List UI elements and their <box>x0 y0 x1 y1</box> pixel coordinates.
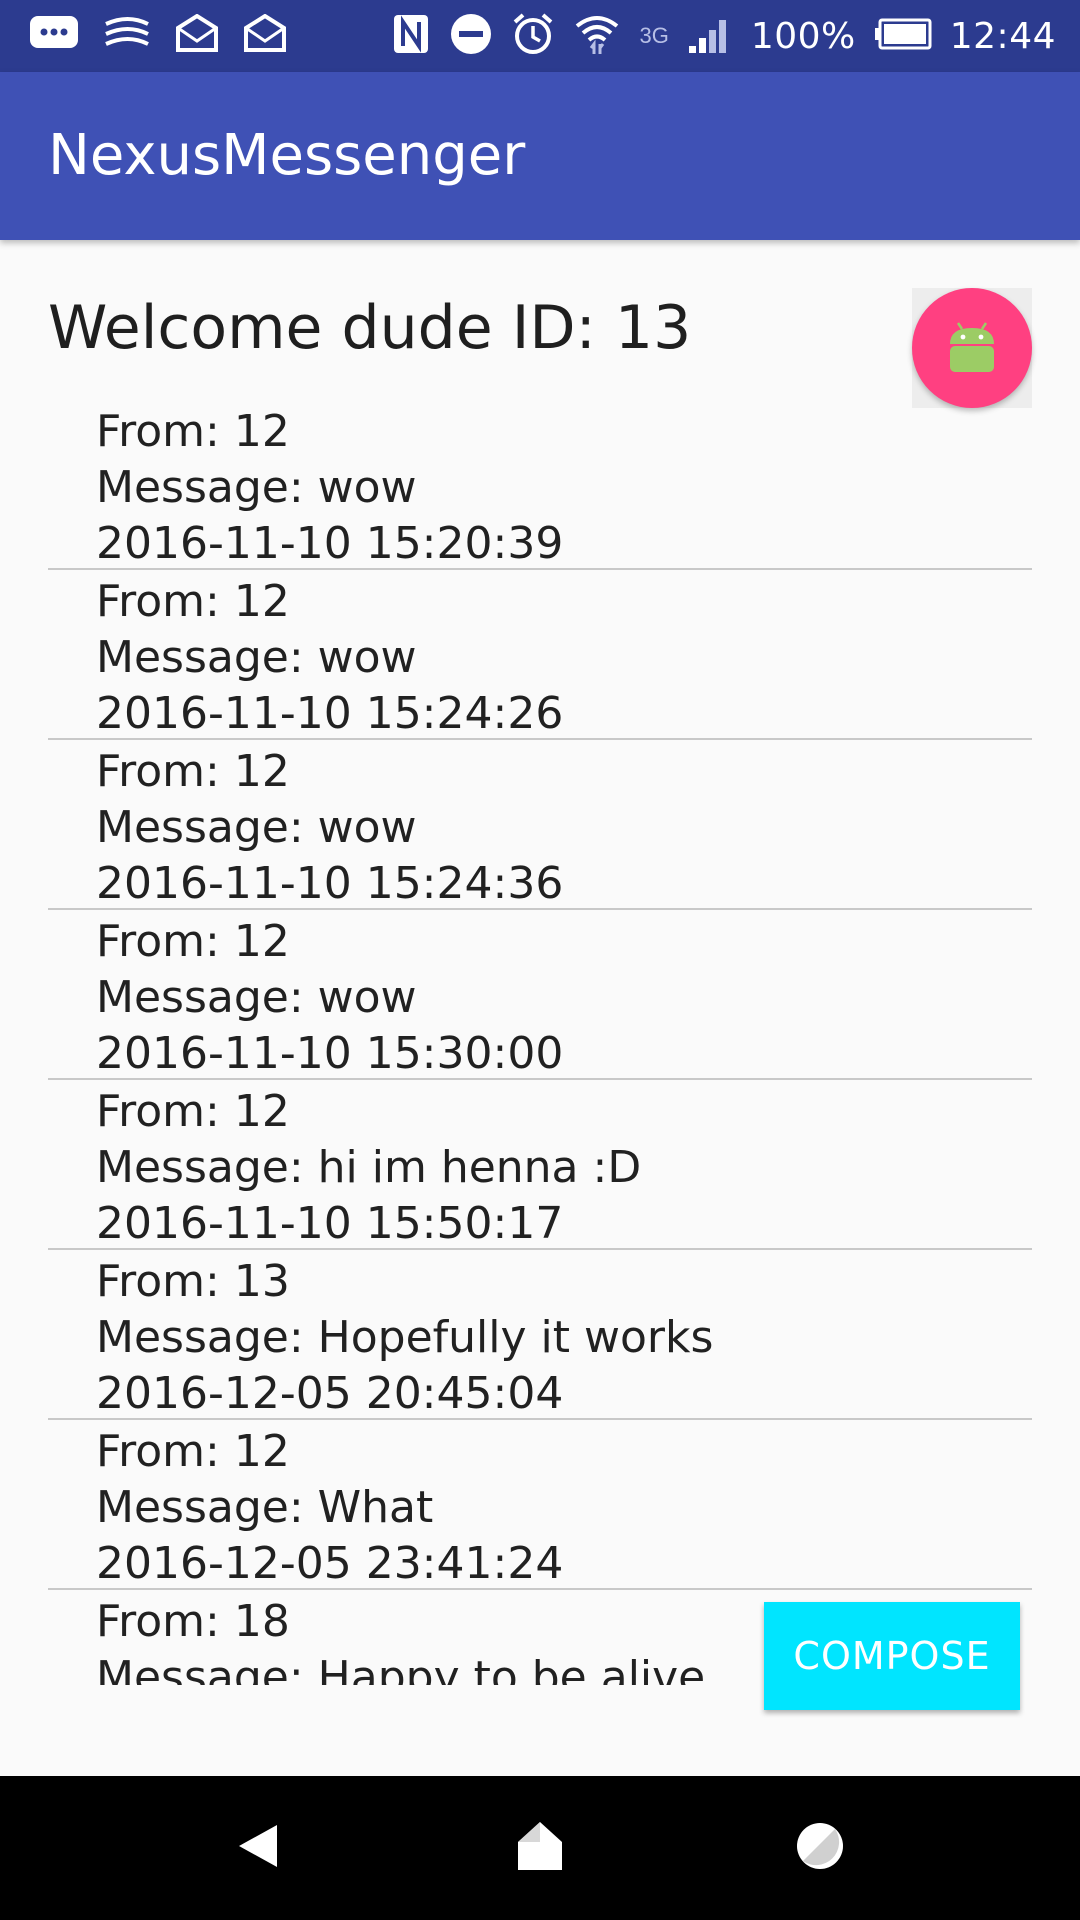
message-text: Message: Hopefully it works <box>96 1312 714 1363</box>
network-type: 3G <box>639 23 669 48</box>
android-fab-button[interactable] <box>912 288 1032 408</box>
welcome-text: Welcome dude ID: 13 <box>48 293 692 363</box>
back-icon <box>233 1821 283 1875</box>
recents-button[interactable] <box>778 1806 862 1890</box>
message-item[interactable]: From: 12 Message: wow 2016-11-10 15:24:36 <box>48 740 1032 910</box>
message-sender: From: 12 <box>96 1426 290 1477</box>
android-icon <box>942 316 1002 380</box>
mail-icon <box>242 13 288 58</box>
message-item[interactable]: From: 12 Message: wow 2016-11-10 15:20:39 <box>48 400 1032 570</box>
recents-icon <box>795 1821 845 1875</box>
message-item[interactable]: From: 12 Message: hi im henna :D 2016-11-1… <box>48 1080 1032 1250</box>
message-text: Message: wow <box>96 972 417 1023</box>
screen: 3G 100% 12:44 NexusMessenger Welcome dud… <box>0 0 1080 1920</box>
do-not-disturb-icon <box>449 12 493 60</box>
alarm-icon <box>511 12 555 60</box>
message-text: Message: What <box>96 1482 434 1533</box>
nfc-icon <box>391 12 431 60</box>
swiftkey-icon <box>102 14 152 58</box>
message-sender: From: 12 <box>96 746 290 797</box>
message-timestamp: 2016-12-05 23:41:24 <box>96 1538 564 1589</box>
message-timestamp: 2016-11-10 15:24:26 <box>96 688 564 739</box>
message-timestamp: 2016-11-10 15:20:39 <box>96 518 564 569</box>
home-icon <box>514 1820 566 1876</box>
status-bar-notifications <box>28 13 310 58</box>
message-sender: From: 12 <box>96 916 290 967</box>
battery-icon <box>874 18 932 54</box>
home-button[interactable] <box>498 1806 582 1890</box>
main-content: Welcome dude ID: 13 From: 12 Message: wow… <box>0 240 1080 1776</box>
app-title: NexusMessenger <box>48 123 526 188</box>
message-sender: From: 12 <box>96 1086 290 1137</box>
chat-bubble-icon <box>28 14 80 58</box>
back-button[interactable] <box>216 1806 300 1890</box>
message-timestamp: 2016-11-10 15:50:17 <box>96 1198 564 1249</box>
message-text: Message: wow <box>96 462 417 513</box>
status-bar: 3G 100% 12:44 <box>0 0 1080 72</box>
signal-icon <box>687 14 733 58</box>
battery-percent: 100% <box>750 15 856 57</box>
message-timestamp: 2016-12-05 20:45:04 <box>96 1368 564 1419</box>
message-item[interactable]: From: 13 Message: Hopefully it works 2016-… <box>48 1250 1032 1420</box>
status-bar-system: 3G 100% 12:44 <box>391 10 1056 62</box>
message-text: Message: wow <box>96 632 417 683</box>
message-item[interactable]: From: 12 Message: What 2016-12-05 23:41:24 <box>48 1420 1032 1590</box>
compose-button[interactable]: COMPOSE <box>764 1602 1020 1710</box>
fab-container <box>912 288 1032 408</box>
navigation-bar <box>0 1776 1080 1920</box>
app-bar: NexusMessenger <box>0 72 1080 240</box>
message-list[interactable]: From: 12 Message: wow 2016-11-10 15:20:39 F… <box>48 400 1032 1685</box>
message-timestamp: 2016-11-10 15:30:00 <box>96 1028 564 1079</box>
message-item[interactable]: From: 12 Message: wow 2016-11-10 15:24:26 <box>48 570 1032 740</box>
wifi-icon <box>573 12 621 60</box>
message-sender: From: 12 <box>96 576 290 627</box>
message-sender: From: 13 <box>96 1256 290 1307</box>
message-item[interactable]: From: 12 Message: wow 2016-11-10 15:30:00 <box>48 910 1032 1080</box>
message-text: Message: hi im henna :D <box>96 1142 642 1193</box>
message-sender: From: 12 <box>96 406 290 457</box>
clock: 12:44 <box>949 15 1056 57</box>
message-timestamp: 2016-11-10 15:24:36 <box>96 858 564 909</box>
message-text: Message: wow <box>96 802 417 853</box>
mail-icon <box>174 13 220 58</box>
